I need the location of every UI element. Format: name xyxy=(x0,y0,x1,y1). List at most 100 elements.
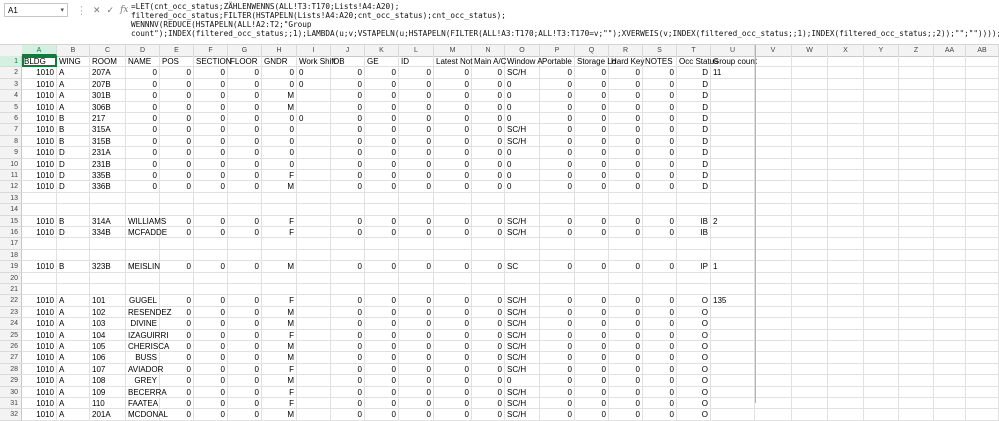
cell[interactable] xyxy=(297,147,331,159)
cell[interactable]: 0 xyxy=(643,181,677,193)
cell[interactable]: SC/H xyxy=(505,318,540,330)
cell[interactable]: 0 xyxy=(331,135,365,148)
cell[interactable] xyxy=(711,318,755,330)
cell[interactable] xyxy=(966,272,999,284)
cell[interactable]: 0 xyxy=(575,124,609,136)
cell[interactable]: 0 xyxy=(194,341,228,353)
cell[interactable]: 0 xyxy=(331,147,365,159)
cell[interactable]: 0 xyxy=(194,306,228,319)
cell[interactable] xyxy=(609,238,643,250)
cell[interactable]: 0 xyxy=(540,124,575,136)
header-cell[interactable]: GNDR xyxy=(262,56,297,68)
cell[interactable] xyxy=(934,227,966,239)
cell[interactable] xyxy=(934,306,966,319)
cell[interactable]: 0 xyxy=(575,398,609,410)
row-number[interactable]: 16 xyxy=(0,227,22,239)
cell[interactable] xyxy=(505,272,540,284)
cell[interactable] xyxy=(194,204,228,216)
cell[interactable] xyxy=(828,261,864,273)
cell[interactable]: 0 xyxy=(540,101,575,113)
cell[interactable]: 0 xyxy=(609,352,643,364)
cell[interactable]: A xyxy=(57,398,90,410)
cell[interactable] xyxy=(828,398,864,410)
cell[interactable]: 1010 xyxy=(22,352,57,364)
cell[interactable] xyxy=(331,272,365,284)
cell[interactable]: 0 xyxy=(434,261,472,273)
header-cell[interactable]: BLDG xyxy=(22,56,57,68)
row-number[interactable]: 14 xyxy=(0,204,22,216)
cell[interactable] xyxy=(297,386,331,398)
cell[interactable] xyxy=(331,284,365,296)
cell[interactable] xyxy=(399,284,434,296)
cell[interactable]: 0 xyxy=(194,135,228,148)
cell[interactable] xyxy=(792,181,828,193)
cell[interactable]: 0 xyxy=(609,147,643,159)
cell[interactable]: 0 xyxy=(540,90,575,102)
cell[interactable]: 0 xyxy=(399,135,434,148)
cell[interactable]: 135 xyxy=(711,295,755,307)
cell[interactable] xyxy=(297,329,331,341)
cell[interactable]: 0 xyxy=(194,363,228,376)
cell[interactable] xyxy=(297,227,331,239)
cell[interactable] xyxy=(677,204,711,216)
cell[interactable] xyxy=(864,147,899,159)
cell[interactable] xyxy=(540,238,575,250)
cell[interactable] xyxy=(899,135,934,148)
cell[interactable] xyxy=(792,124,828,136)
cell[interactable]: D xyxy=(677,67,711,79)
cell[interactable]: 1010 xyxy=(22,363,57,376)
cell[interactable] xyxy=(934,90,966,102)
cell[interactable] xyxy=(864,363,899,376)
cell[interactable] xyxy=(899,170,934,182)
cell[interactable]: 0 xyxy=(540,78,575,91)
column-header-y[interactable]: Y xyxy=(864,45,899,56)
row-number[interactable]: 3 xyxy=(0,78,22,91)
cell[interactable]: D xyxy=(677,124,711,136)
cell[interactable] xyxy=(711,306,755,319)
cell[interactable]: 0 xyxy=(194,386,228,398)
cell[interactable]: 0 xyxy=(228,386,262,398)
cell[interactable] xyxy=(297,90,331,102)
cell[interactable]: 1010 xyxy=(22,147,57,159)
header-cell[interactable]: Group count xyxy=(711,56,757,68)
cell[interactable] xyxy=(864,67,899,79)
cell[interactable] xyxy=(22,249,57,262)
cell[interactable]: 0 xyxy=(399,375,434,387)
cell[interactable]: 0 xyxy=(540,352,575,364)
cell[interactable] xyxy=(472,284,505,296)
cell[interactable]: 102 xyxy=(90,306,126,319)
cell[interactable]: 0 xyxy=(194,352,228,364)
cell[interactable] xyxy=(934,284,966,296)
cell[interactable] xyxy=(934,101,966,113)
cell[interactable]: SC/H xyxy=(505,409,540,421)
header-cell[interactable]: POS xyxy=(160,56,194,68)
cell[interactable]: 231B xyxy=(90,158,126,170)
cancel-icon[interactable]: ✕ xyxy=(93,5,101,16)
cell[interactable]: 0 xyxy=(540,386,575,398)
cell[interactable] xyxy=(934,398,966,410)
cell[interactable]: 0 xyxy=(643,352,677,364)
cell[interactable]: 0 xyxy=(331,341,365,353)
cell[interactable]: 0 xyxy=(399,67,434,79)
cell[interactable]: 0 xyxy=(365,227,399,239)
cell[interactable]: O xyxy=(677,409,711,421)
cell[interactable]: 0 xyxy=(643,227,677,239)
cell[interactable]: 0 xyxy=(609,170,643,182)
cell[interactable] xyxy=(472,192,505,205)
row-number[interactable]: 22 xyxy=(0,295,22,307)
cell[interactable]: CHERISCA xyxy=(126,341,169,353)
cell[interactable] xyxy=(575,238,609,250)
cell[interactable]: 0 xyxy=(609,101,643,113)
cell[interactable]: 0 xyxy=(434,158,472,170)
cell[interactable] xyxy=(966,124,999,136)
cell[interactable] xyxy=(934,124,966,136)
cell[interactable]: 0 xyxy=(331,375,365,387)
cell[interactable] xyxy=(934,181,966,193)
cell[interactable] xyxy=(160,284,194,296)
cell[interactable]: 0 xyxy=(399,306,434,319)
cell[interactable]: D xyxy=(677,147,711,159)
cell[interactable] xyxy=(711,158,755,170)
cell[interactable]: 0 xyxy=(575,329,609,341)
cell[interactable] xyxy=(934,295,966,307)
cell[interactable]: 0 xyxy=(228,135,262,148)
